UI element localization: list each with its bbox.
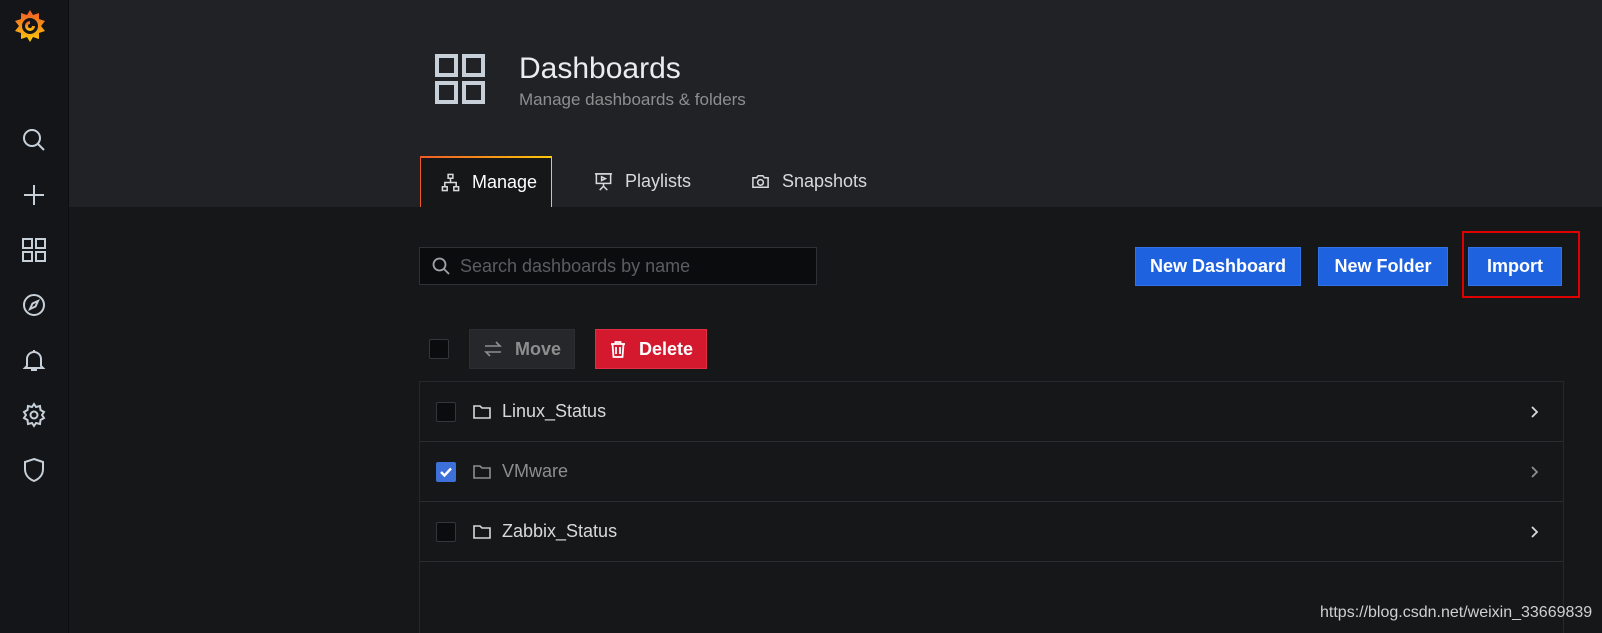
- tab-playlists[interactable]: Playlists: [594, 156, 691, 207]
- search-icon: [23, 129, 45, 151]
- row-checkbox[interactable]: [436, 462, 456, 482]
- folder-list: Linux_Status VMware Zabbix_Status: [419, 381, 1564, 633]
- delete-label: Delete: [638, 338, 694, 359]
- dashboards-icon: [22, 238, 46, 262]
- search-box: [419, 247, 817, 285]
- check-icon: [440, 467, 452, 478]
- grafana-logo-icon[interactable]: [12, 8, 48, 44]
- sidebar-item-explore[interactable]: [0, 283, 68, 327]
- tab-manage[interactable]: Manage: [420, 156, 552, 207]
- highlight-box: [1462, 231, 1580, 298]
- trash-icon: [610, 341, 625, 358]
- tab-snapshots[interactable]: Snapshots: [751, 156, 867, 207]
- tab-label: Playlists: [625, 171, 692, 191]
- presentation-icon: [594, 173, 613, 191]
- folder-name: VMware: [502, 461, 569, 481]
- tab-label: Snapshots: [782, 171, 868, 191]
- watermark: https://blog.csdn.net/weixin_33669839: [1320, 604, 1593, 621]
- sidebar-item-create[interactable]: [0, 173, 68, 217]
- chevron-right-icon: [1531, 526, 1539, 538]
- sidebar-item-dashboards[interactable]: [0, 228, 68, 272]
- dashboards-icon: [435, 54, 485, 104]
- chevron-right-icon: [1531, 466, 1539, 478]
- new-folder-button[interactable]: New Folder: [1318, 247, 1448, 286]
- sidebar-item-alerting[interactable]: [0, 338, 68, 382]
- folder-name: Zabbix_Status: [502, 521, 618, 541]
- compass-icon: [23, 294, 45, 316]
- search-icon: [432, 257, 450, 275]
- shield-icon: [24, 457, 44, 483]
- move-label: Move: [514, 338, 561, 359]
- folder-icon: [473, 465, 491, 479]
- list-item[interactable]: Zabbix_Status: [420, 502, 1563, 562]
- select-all-checkbox[interactable]: [429, 339, 449, 359]
- sidebar-item-search[interactable]: [0, 118, 68, 162]
- sidebar-item-server-admin[interactable]: [0, 448, 68, 492]
- plus-icon: [24, 185, 44, 205]
- exchange-icon: [484, 341, 502, 357]
- camera-icon: [752, 175, 769, 188]
- folder-icon: [473, 525, 491, 539]
- sidebar: [0, 0, 69, 633]
- move-button[interactable]: Move: [469, 329, 575, 369]
- new-dashboard-button[interactable]: New Dashboard: [1135, 247, 1301, 286]
- delete-button[interactable]: Delete: [595, 329, 707, 369]
- page-subtitle: Manage dashboards & folders: [519, 90, 746, 109]
- bell-icon: [22, 350, 46, 371]
- sidebar-item-configuration[interactable]: [0, 393, 68, 437]
- tab-label: Manage: [472, 172, 538, 192]
- list-item[interactable]: VMware: [420, 442, 1563, 502]
- chevron-right-icon: [1531, 406, 1539, 418]
- row-checkbox[interactable]: [436, 522, 456, 542]
- folder-icon: [473, 405, 491, 419]
- search-input[interactable]: [458, 254, 802, 278]
- folder-name: Linux_Status: [502, 401, 607, 421]
- sitemap-icon: [441, 173, 460, 192]
- gear-icon: [22, 402, 46, 428]
- list-item[interactable]: Linux_Status: [420, 382, 1563, 442]
- page-title: Dashboards: [519, 52, 681, 85]
- row-checkbox[interactable]: [436, 402, 456, 422]
